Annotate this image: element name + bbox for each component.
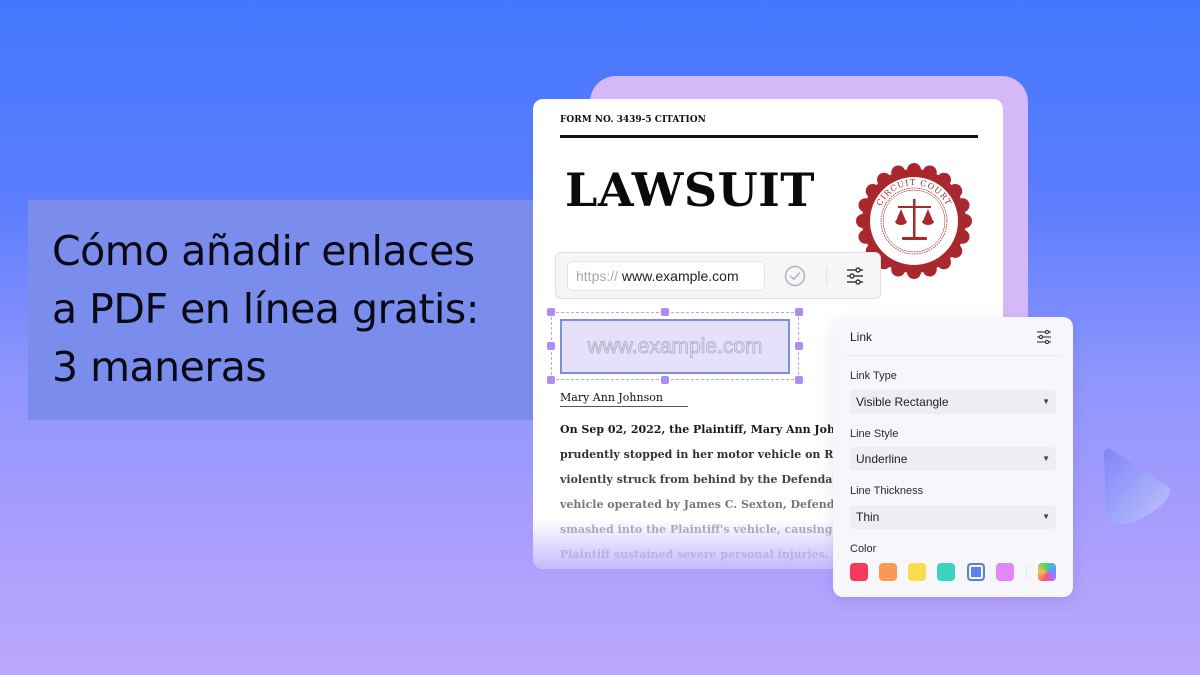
url-protocol: https:// [576,268,619,284]
color-swatch-violet[interactable] [996,563,1014,581]
line-thickness-label: Line Thickness [850,485,924,497]
panel-title: Link [850,330,873,344]
line-style-label: Line Style [850,428,899,440]
headline-line-3: 3 maneras [52,343,267,391]
line-style-value: Underline [856,452,908,466]
resize-handle[interactable] [795,342,803,350]
resize-handle[interactable] [547,342,555,350]
header-rule [560,135,978,138]
line-thickness-value: Thin [856,510,880,524]
document-title: LAWSUIT [565,163,815,217]
link-rectangle-text: www.example.com [587,335,763,359]
form-number: FORM NO. 3439-5 CITATION [560,115,706,125]
sliders-icon[interactable] [1036,329,1052,345]
line-style-select[interactable]: Underline ▼ [850,447,1056,471]
headline-line-1: Cómo añadir enlaces [52,227,475,275]
check-circle-icon[interactable] [784,265,806,287]
resize-handle[interactable] [547,376,555,384]
color-label: Color [850,543,877,555]
color-swatch-teal[interactable] [937,563,955,581]
color-swatch-yellow[interactable] [908,563,926,581]
color-swatch-red[interactable] [850,563,868,581]
headline-line-2: a PDF en línea gratis: [52,285,480,333]
link-type-label: Link Type [850,370,897,382]
resize-handle[interactable] [795,308,803,316]
signer-name: Mary Ann Johnson [560,391,688,407]
link-type-select[interactable]: Visible Rectangle ▼ [850,390,1056,414]
link-properties-panel: Link Link Type Visible Rectangle ▼ Line … [833,317,1073,597]
headline-box: Cómo añadir enlaces a PDF en línea grati… [28,200,536,420]
chevron-down-icon: ▼ [1042,454,1050,463]
resize-handle[interactable] [661,308,669,316]
url-toolbar: https:// www.example.com [555,252,881,299]
resize-handle[interactable] [661,376,669,384]
url-input[interactable]: https:// www.example.com [567,261,765,291]
chevron-down-icon: ▼ [1042,512,1050,521]
chevron-down-icon: ▼ [1042,397,1050,406]
decorative-cone-icon [1104,448,1171,525]
resize-handle[interactable] [547,308,555,316]
panel-divider [845,355,1061,356]
color-swatch-blue[interactable] [967,563,985,581]
resize-handle[interactable] [795,376,803,384]
color-swatch-orange[interactable] [879,563,897,581]
link-type-value: Visible Rectangle [856,395,949,409]
toolbar-divider [826,267,827,285]
link-rectangle[interactable]: www.example.com [560,319,790,374]
url-value: www.example.com [621,268,739,284]
line-thickness-select[interactable]: Thin ▼ [850,505,1056,529]
color-swatch-custom[interactable] [1038,563,1056,581]
sliders-icon[interactable] [845,266,865,286]
swatch-divider [1026,565,1027,579]
